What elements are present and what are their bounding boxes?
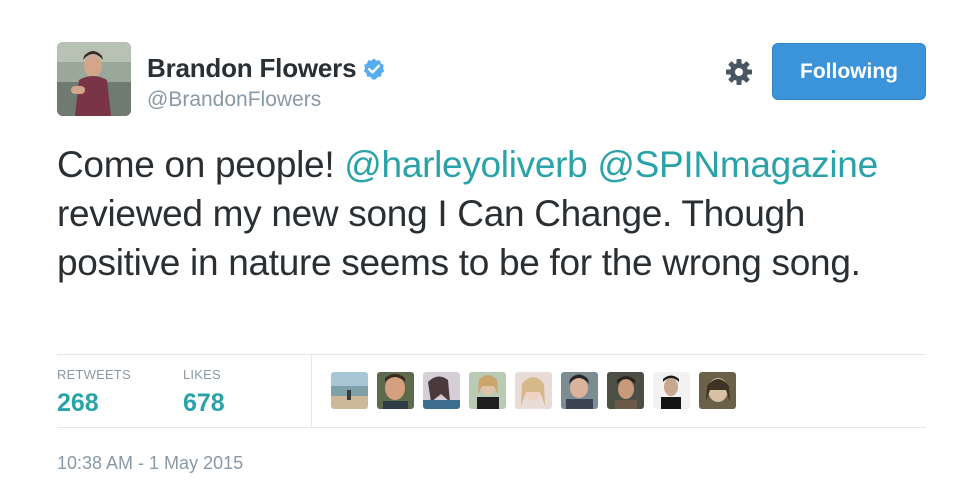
tweet-text-segment bbox=[587, 144, 597, 185]
tweet-timestamp[interactable]: 10:38 AM - 1 May 2015 bbox=[57, 453, 243, 474]
verified-badge-icon bbox=[362, 57, 386, 81]
liker-avatar[interactable] bbox=[515, 372, 552, 409]
liker-avatar[interactable] bbox=[331, 372, 368, 409]
mention-link[interactable]: @harleyoliverb bbox=[344, 144, 587, 185]
retweets-label: RETWEETS bbox=[57, 367, 131, 382]
tweet-text-segment: reviewed my new song I Can Change. Thoug… bbox=[57, 193, 861, 283]
liker-avatar[interactable] bbox=[561, 372, 598, 409]
user-handle[interactable]: @BrandonFlowers bbox=[147, 88, 321, 112]
likes-label: LIKES bbox=[183, 367, 221, 382]
gear-icon[interactable] bbox=[724, 57, 754, 87]
likes-stat[interactable]: LIKES 678 bbox=[183, 367, 225, 418]
mention-link[interactable]: @SPINmagazine bbox=[597, 144, 878, 185]
liker-avatar[interactable] bbox=[653, 372, 690, 409]
display-name[interactable]: Brandon Flowers bbox=[147, 53, 357, 84]
likes-count: 678 bbox=[183, 389, 225, 417]
divider bbox=[57, 354, 926, 355]
liker-avatar[interactable] bbox=[377, 372, 414, 409]
following-button[interactable]: Following bbox=[772, 43, 926, 100]
divider bbox=[57, 427, 926, 428]
liker-avatar[interactable] bbox=[469, 372, 506, 409]
liker-avatar[interactable] bbox=[699, 372, 736, 409]
liker-avatar[interactable] bbox=[423, 372, 460, 409]
liker-avatar[interactable] bbox=[607, 372, 644, 409]
retweets-count: 268 bbox=[57, 389, 99, 417]
divider bbox=[311, 355, 312, 427]
tweet-text: Come on people! @harleyoliverb @SPINmaga… bbox=[57, 140, 937, 287]
profile-avatar[interactable] bbox=[57, 42, 131, 116]
retweets-stat[interactable]: RETWEETS 268 bbox=[57, 367, 131, 418]
tweet-text-segment: Come on people! bbox=[57, 144, 345, 185]
likers-avatars bbox=[331, 372, 736, 409]
